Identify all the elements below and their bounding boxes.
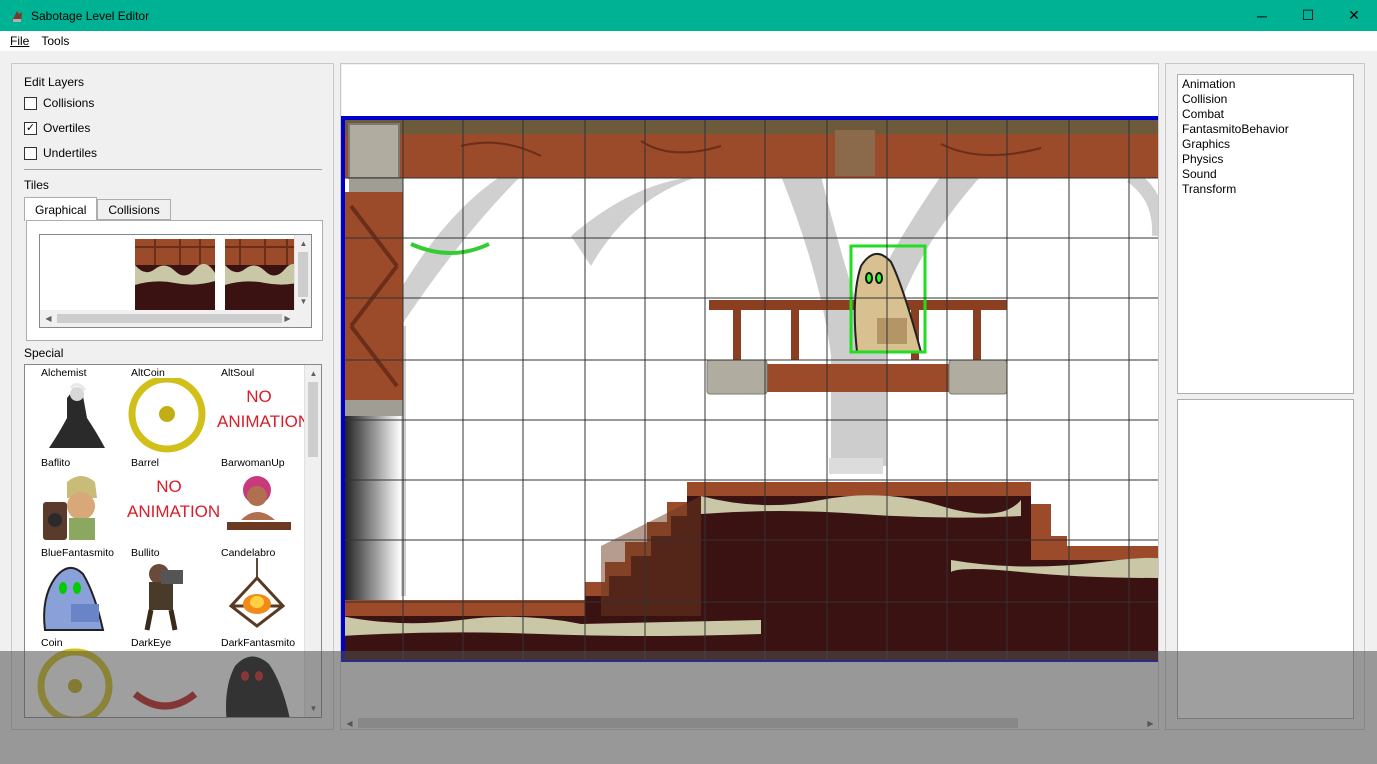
- level-canvas[interactable]: [341, 116, 1159, 662]
- maximize-button[interactable]: ☐: [1285, 0, 1331, 31]
- checkbox-box[interactable]: [24, 96, 37, 110]
- alchemist-icon: [49, 383, 105, 448]
- scroll-left-icon[interactable]: ◀: [40, 310, 57, 327]
- menu-bar: File Tools: [0, 31, 1377, 51]
- scroll-up-icon[interactable]: ▲: [305, 365, 321, 382]
- component-item-physics[interactable]: Physics: [1182, 152, 1349, 167]
- scroll-right-icon[interactable]: ▶: [1142, 715, 1158, 729]
- component-item-combat[interactable]: Combat: [1182, 107, 1349, 122]
- special-item-coin[interactable]: Coin: [37, 636, 127, 717]
- canvas-horizontal-scrollbar[interactable]: ◀ ▶: [341, 715, 1158, 729]
- no-animation-line: NO: [246, 387, 272, 406]
- special-item-altsoul[interactable]: AltSoul NO ANIMATION: [217, 366, 311, 456]
- minimize-button[interactable]: ─: [1239, 0, 1285, 31]
- blue-ghost-icon: [43, 567, 105, 631]
- tile-palette[interactable]: ▲ ▼ ◀ ▶: [39, 234, 312, 328]
- component-item-transform[interactable]: Transform: [1182, 182, 1349, 197]
- scroll-left-icon[interactable]: ◀: [341, 715, 358, 729]
- scroll-right-icon[interactable]: ▶: [279, 310, 296, 327]
- coin-icon: [37, 648, 113, 717]
- special-item-barrel[interactable]: Barrel NO ANIMATION: [127, 456, 221, 546]
- tab-graphical[interactable]: Graphical: [24, 197, 98, 221]
- component-properties-panel[interactable]: [1177, 399, 1354, 719]
- left-panel: Edit Layers Collisions ✓ Overtiles Under…: [11, 63, 334, 730]
- ground-tile-image[interactable]: [135, 239, 215, 313]
- no-animation-placeholder: NO ANIMATION: [127, 474, 221, 524]
- canvas-top-area: [342, 65, 1158, 116]
- scroll-up-icon[interactable]: ▲: [295, 235, 311, 252]
- no-animation-line: ANIMATION: [217, 412, 311, 431]
- scroll-thumb[interactable]: [57, 314, 282, 323]
- scroll-thumb[interactable]: [308, 382, 318, 457]
- level-canvas-panel: ◀ ▶: [340, 63, 1159, 730]
- baflito-icon: [43, 476, 97, 540]
- dark-eye-icon: [132, 691, 198, 710]
- checkbox-box-checked[interactable]: ✓: [24, 121, 37, 135]
- menu-file[interactable]: File: [4, 34, 35, 48]
- scroll-thumb[interactable]: [358, 718, 1018, 728]
- scroll-thumb[interactable]: [298, 252, 308, 297]
- component-item-animation[interactable]: Animation: [1182, 77, 1349, 92]
- checkbox-box[interactable]: [24, 146, 37, 160]
- no-animation-placeholder: NO ANIMATION: [217, 384, 311, 434]
- special-item-darkfantasmito[interactable]: DarkFantasmito: [217, 636, 307, 717]
- special-item-darkeye[interactable]: DarkEye: [127, 636, 217, 717]
- right-panel: Animation Collision Combat FantasmitoBeh…: [1165, 63, 1365, 730]
- dark-ghost-icon: [226, 656, 290, 717]
- no-animation-line: NO: [156, 477, 182, 496]
- scroll-down-icon[interactable]: ▼: [295, 293, 311, 310]
- component-list[interactable]: Animation Collision Combat FantasmitoBeh…: [1177, 74, 1354, 394]
- no-animation-line: ANIMATION: [127, 502, 221, 521]
- close-button[interactable]: ✕: [1331, 0, 1377, 31]
- app-icon: [12, 10, 22, 22]
- special-item-alchemist[interactable]: Alchemist: [37, 366, 127, 456]
- checkbox-label: Overtiles: [43, 121, 91, 135]
- window-title: Sabotage Level Editor: [31, 8, 150, 23]
- item-label: Barrel: [131, 457, 160, 469]
- tiles-tabs: Graphical Collisions: [24, 197, 171, 221]
- special-item-barwomanup[interactable]: BarwomanUp: [217, 456, 307, 546]
- special-vertical-scrollbar[interactable]: ▲ ▼: [304, 365, 321, 717]
- coin-icon: [128, 378, 206, 453]
- special-item-altcoin[interactable]: AltCoin: [127, 366, 217, 456]
- special-item-bullito[interactable]: Bullito: [127, 546, 217, 636]
- collisions-layer-checkbox[interactable]: Collisions: [24, 96, 94, 110]
- title-bar: Sabotage Level Editor ─ ☐ ✕: [0, 0, 1377, 31]
- checkbox-label: Undertiles: [43, 146, 98, 160]
- special-entity-list[interactable]: Alchemist AltCoin AltSoul NO ANIMATION B…: [24, 364, 322, 718]
- undertiles-layer-checkbox[interactable]: Undertiles: [24, 146, 97, 160]
- scroll-down-icon[interactable]: ▼: [305, 700, 321, 717]
- component-item-collision[interactable]: Collision: [1182, 92, 1349, 107]
- bullito-icon: [144, 564, 183, 631]
- overtiles-layer-checkbox[interactable]: ✓ Overtiles: [24, 121, 90, 135]
- tab-collisions[interactable]: Collisions: [97, 199, 171, 220]
- special-item-bluefantasmito[interactable]: BlueFantasmito: [37, 546, 127, 636]
- menu-tools[interactable]: Tools: [35, 34, 75, 48]
- ground-tile-image[interactable]: [225, 239, 305, 313]
- component-item-sound[interactable]: Sound: [1182, 167, 1349, 182]
- tile-horizontal-scrollbar[interactable]: ◀ ▶: [40, 310, 311, 327]
- component-item-graphics[interactable]: Graphics: [1182, 137, 1349, 152]
- edit-layers-label: Edit Layers: [24, 75, 85, 89]
- tiles-label: Tiles: [24, 178, 49, 192]
- special-label: Special: [24, 346, 64, 360]
- item-label: AltSoul: [221, 367, 255, 379]
- candelabro-icon: [228, 558, 286, 628]
- barwoman-icon: [227, 476, 291, 530]
- tiles-tab-content: ▲ ▼ ◀ ▶: [26, 220, 323, 341]
- special-item-candelabro[interactable]: Candelabro: [217, 546, 307, 636]
- checkbox-label: Collisions: [43, 96, 95, 110]
- divider: [24, 169, 322, 170]
- special-item-baflito[interactable]: Baflito: [37, 456, 127, 546]
- component-item-fantasmitobehavior[interactable]: FantasmitoBehavior: [1182, 122, 1349, 137]
